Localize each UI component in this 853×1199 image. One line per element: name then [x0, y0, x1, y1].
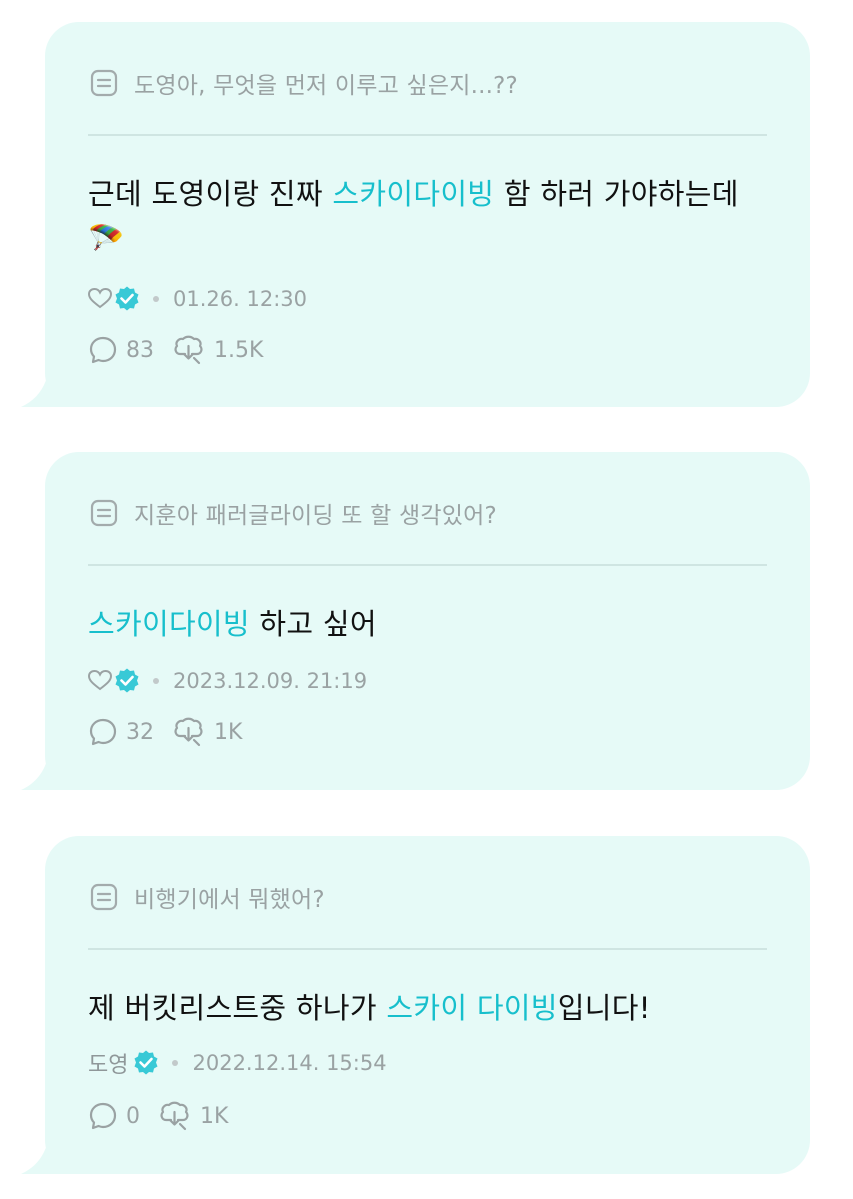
divider — [88, 134, 767, 136]
answer-text-before: 근데 도영이랑 진짜 — [88, 177, 333, 211]
qa-card-1[interactable]: 도영아, 무엇을 먼저 이루고 싶은지...?? 근데 도영이랑 진짜 스카이다… — [21, 22, 810, 407]
repost-count: 1K — [200, 1103, 229, 1129]
comment-count: 83 — [126, 337, 154, 363]
repost-count: 1.5K — [214, 337, 264, 363]
meta-row: 도영 2022.12.14. 15:54 — [88, 1048, 387, 1078]
author-name[interactable]: 도영 — [88, 1047, 128, 1079]
comment-icon[interactable] — [88, 1101, 118, 1131]
verified-badge-icon — [115, 286, 139, 311]
speech-bubble-tail — [21, 730, 81, 790]
separator-dot — [153, 296, 159, 302]
timestamp: 01.26. 12:30 — [173, 287, 307, 311]
separator-dot — [153, 678, 159, 684]
answer-highlight: 스카이다이빙 — [88, 607, 250, 641]
divider — [88, 564, 767, 566]
question-text: 지훈아 패러글라이딩 또 할 생각있어? — [134, 503, 497, 529]
answer-text-after: 하고 싶어 — [249, 607, 377, 641]
question-list-icon — [90, 883, 118, 911]
divider — [88, 948, 767, 950]
question-row: 지훈아 패러글라이딩 또 할 생각있어? — [90, 498, 497, 529]
comment-icon[interactable] — [88, 717, 118, 747]
meta-row: 2023.12.09. 21:19 — [88, 666, 367, 696]
answer-text: 스카이다이빙 하고 싶어 — [88, 602, 770, 646]
answer-text: 근데 도영이랑 진짜 스카이다이빙 함 하러 가야하는데 🪂 — [88, 172, 770, 260]
speech-bubble-tail — [21, 1114, 81, 1174]
question-list-icon — [90, 499, 118, 527]
question-row: 도영아, 무엇을 먼저 이루고 싶은지...?? — [90, 68, 518, 99]
heart-icon — [88, 670, 112, 691]
question-row: 비행기에서 뭐했어? — [90, 882, 325, 913]
question-list-icon — [90, 69, 118, 97]
question-text: 비행기에서 뭐했어? — [134, 887, 325, 913]
answer-text-after: 입니다! — [557, 991, 651, 1025]
repost-count: 1K — [214, 719, 243, 745]
answer-text-before: 제 버킷리스트중 하나가 — [88, 991, 387, 1025]
stats-row: 32 1K — [88, 716, 260, 748]
timestamp: 2023.12.09. 21:19 — [173, 669, 368, 693]
stats-row: 83 1.5K — [88, 334, 281, 366]
comment-count: 32 — [126, 719, 154, 745]
heart-icon — [88, 288, 112, 309]
repost-icon[interactable] — [172, 334, 206, 366]
answer-highlight: 스카이 다이빙 — [386, 991, 558, 1025]
verified-badge-icon — [134, 1050, 158, 1075]
speech-bubble-tail — [21, 347, 81, 407]
qa-card-3[interactable]: 비행기에서 뭐했어? 제 버킷리스트중 하나가 스카이 다이빙입니다! 도영 2… — [21, 836, 810, 1174]
verified-badge-icon — [115, 668, 139, 693]
stats-row: 0 1K — [88, 1100, 246, 1132]
comment-icon[interactable] — [88, 335, 118, 365]
separator-dot — [172, 1060, 179, 1066]
meta-row: 01.26. 12:30 — [88, 284, 307, 314]
comment-count: 0 — [126, 1103, 140, 1129]
repost-icon[interactable] — [172, 716, 206, 748]
repost-icon[interactable] — [158, 1100, 192, 1132]
answer-text-after: 함 하러 가야하는데 — [494, 177, 739, 211]
parachute-emoji: 🪂 — [88, 221, 125, 255]
answer-text: 제 버킷리스트중 하나가 스카이 다이빙입니다! — [88, 986, 770, 1030]
answer-highlight: 스카이다이빙 — [332, 177, 495, 211]
timestamp: 2022.12.14. 15:54 — [192, 1051, 387, 1075]
qa-card-2[interactable]: 지훈아 패러글라이딩 또 할 생각있어? 스카이다이빙 하고 싶어 2023.1… — [21, 452, 810, 790]
question-text: 도영아, 무엇을 먼저 이루고 싶은지...?? — [134, 73, 518, 99]
